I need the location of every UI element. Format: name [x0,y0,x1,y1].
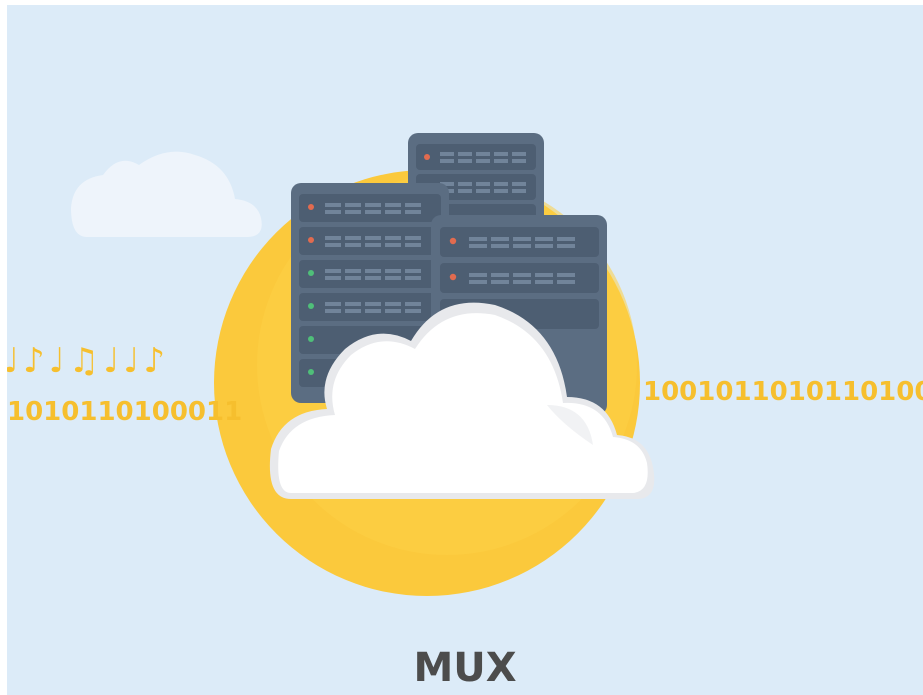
caption-title: MUX [413,645,517,691]
illustration-canvas: ♩♪♩♫♩♩♪ 1010110100011 100101101011010000… [7,5,923,695]
background-cloud-icon [71,151,262,237]
binary-stream-left: 1010110100011 [7,397,243,427]
music-notes: ♩♪♩♫♩♩♪ [7,341,170,381]
binary-stream-right: 100101101011010000 [643,377,923,407]
